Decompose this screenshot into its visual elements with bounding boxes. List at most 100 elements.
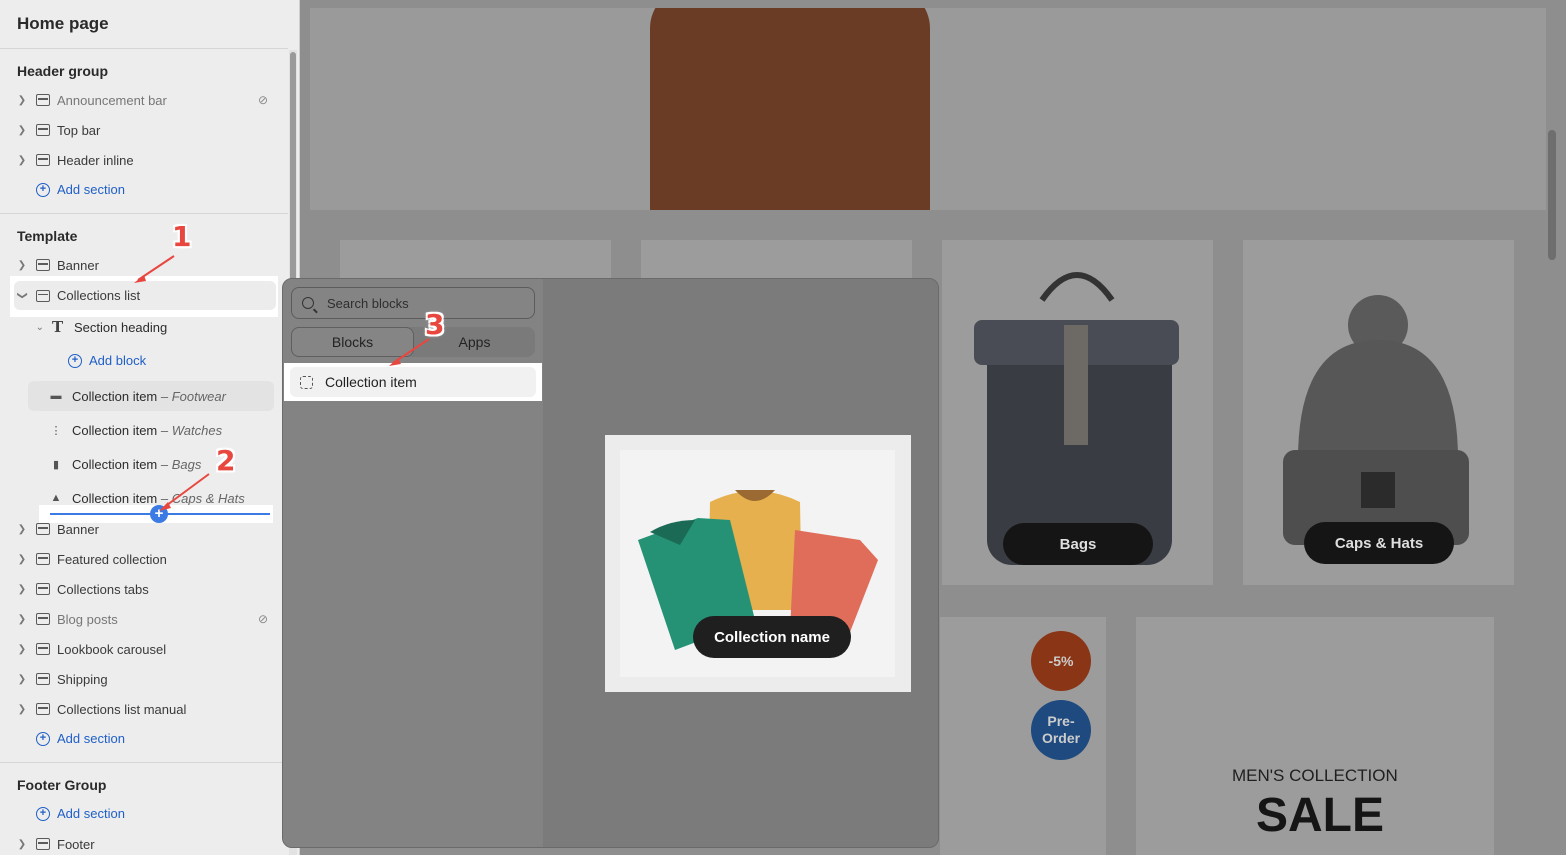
collection-label-bags: Bags (1003, 523, 1153, 565)
image-thumbnail-icon: ▬ (50, 390, 62, 402)
mens-collection-title: MEN'S COLLECTION (1232, 766, 1398, 785)
section-label: Announcement bar (57, 92, 167, 108)
block-preview-frame: Collection name (605, 435, 911, 692)
collection-name-pill: Collection name (693, 616, 851, 658)
header-group-title: Header group (17, 63, 109, 79)
search-placeholder: Search blocks (327, 295, 409, 311)
section-footer[interactable]: ❯ Footer (14, 830, 276, 855)
section-collections-list-manual[interactable]: ❯ Collections list manual (14, 695, 276, 723)
image-thumbnail-icon: ▲ (50, 492, 62, 504)
chevron-right-icon[interactable]: ❯ (14, 260, 30, 271)
chevron-right-icon[interactable]: ❯ (14, 554, 30, 565)
block-collection-item-bags[interactable]: ▮ Collection item – Bags (28, 449, 274, 479)
block-label: Section heading (74, 319, 168, 335)
collection-label-caps: Caps & Hats (1304, 522, 1454, 564)
chevron-right-icon[interactable]: ❯ (14, 674, 30, 685)
chevron-right-icon[interactable]: ❯ (14, 524, 30, 535)
section-featured-collection[interactable]: ❯ Featured collection (14, 545, 276, 573)
plus-circle-icon: + (36, 731, 50, 746)
block-label: Collection item (72, 456, 158, 472)
add-section-label: Add section (57, 806, 125, 821)
section-label: Featured collection (57, 551, 167, 567)
section-blog-posts[interactable]: ❯ Blog posts ⊘ (14, 605, 276, 633)
block-collection-item-watches[interactable]: ⋮ Collection item – Watches (28, 415, 274, 445)
template-group-title: Template (17, 228, 78, 244)
section-icon (36, 613, 50, 625)
add-section-footer-button[interactable]: + Add section (36, 806, 125, 821)
hero-model-image (650, 8, 930, 210)
block-preview-image: Collection name (620, 450, 895, 677)
page-title: Home page (17, 14, 109, 33)
text-icon: T (52, 318, 64, 336)
hero-banner (310, 8, 1546, 210)
section-icon (36, 94, 50, 106)
chevron-right-icon[interactable]: ❯ (14, 95, 30, 106)
divider (0, 213, 288, 214)
chevron-right-icon[interactable]: ❯ (14, 839, 30, 850)
section-icon (36, 154, 50, 166)
section-label: Header inline (57, 152, 134, 168)
plus-circle-icon: + (36, 182, 50, 197)
block-collection-item-footwear[interactable]: ▬ Collection item – Footwear (28, 381, 274, 411)
section-icon (36, 553, 50, 565)
section-label: Banner (57, 521, 99, 537)
add-section-label: Add section (57, 182, 125, 197)
block-section-heading[interactable]: ⌄ T Section heading (14, 312, 260, 342)
sidebar-scrollbar-thumb[interactable] (290, 52, 296, 307)
section-shipping[interactable]: ❯ Shipping (14, 665, 276, 693)
add-section-header-button[interactable]: + Add section (36, 182, 125, 197)
divider (0, 48, 288, 49)
section-icon (36, 583, 50, 595)
chevron-down-icon[interactable]: ❯ (17, 288, 28, 304)
section-label: Top bar (57, 122, 101, 138)
section-icon (36, 643, 50, 655)
section-announcement-bar[interactable]: ❯ Announcement bar ⊘ (14, 86, 276, 114)
callout-1: 1 (172, 220, 192, 253)
section-label: Collections list manual (57, 701, 187, 717)
chevron-right-icon[interactable]: ❯ (14, 644, 30, 655)
section-icon (36, 289, 50, 302)
section-icon (36, 523, 50, 535)
chevron-right-icon[interactable]: ❯ (14, 155, 30, 166)
section-top-bar[interactable]: ❯ Top bar (14, 116, 276, 144)
preview-scrollbar-thumb[interactable] (1548, 130, 1556, 260)
preorder-badge: Pre- Order (1031, 700, 1091, 760)
add-section-label: Add section (57, 731, 125, 746)
section-header-inline[interactable]: ❯ Header inline (14, 146, 276, 174)
add-block-button[interactable]: + Add block (68, 353, 146, 368)
section-icon (36, 124, 50, 136)
block-detail: – Watches (160, 422, 223, 438)
section-icon (36, 259, 50, 271)
eye-slash-icon[interactable]: ⊘ (258, 612, 276, 626)
sale-title: SALE (1256, 789, 1385, 842)
section-icon (36, 703, 50, 715)
search-icon (302, 297, 314, 309)
theme-editor-sidebar: Home page Header group ❯ Announcement ba… (0, 0, 300, 855)
section-label: Blog posts (57, 611, 118, 627)
section-lookbook-carousel[interactable]: ❯ Lookbook carousel (14, 635, 276, 663)
eye-slash-icon[interactable]: ⊘ (258, 93, 276, 107)
chevron-right-icon[interactable]: ❯ (14, 125, 30, 136)
callout-3: 3 (425, 308, 445, 341)
section-label: Lookbook carousel (57, 641, 167, 657)
plus-circle-icon: + (36, 806, 50, 821)
chevron-right-icon[interactable]: ❯ (14, 614, 30, 625)
footer-group-title: Footer Group (17, 777, 107, 793)
chevron-right-icon[interactable]: ❯ (14, 704, 30, 715)
section-label: Shipping (57, 671, 108, 687)
arrow-2-icon (159, 473, 210, 511)
image-thumbnail-icon: ▮ (52, 458, 60, 471)
section-collections-tabs[interactable]: ❯ Collections tabs (14, 575, 276, 603)
section-icon (36, 838, 50, 850)
search-blocks-input[interactable]: Search blocks (291, 287, 535, 319)
chevron-down-icon[interactable]: ⌄ (14, 322, 44, 333)
chevron-right-icon[interactable]: ❯ (14, 584, 30, 595)
block-label: Collection item (72, 490, 158, 506)
section-label: Collections list (57, 288, 141, 303)
block-label: Collection item (72, 422, 158, 438)
add-section-template-button[interactable]: + Add section (36, 731, 125, 746)
add-block-label: Add block (89, 353, 147, 368)
plus-circle-icon: + (68, 353, 82, 368)
arrow-1-icon (134, 255, 175, 283)
section-icon (36, 673, 50, 685)
